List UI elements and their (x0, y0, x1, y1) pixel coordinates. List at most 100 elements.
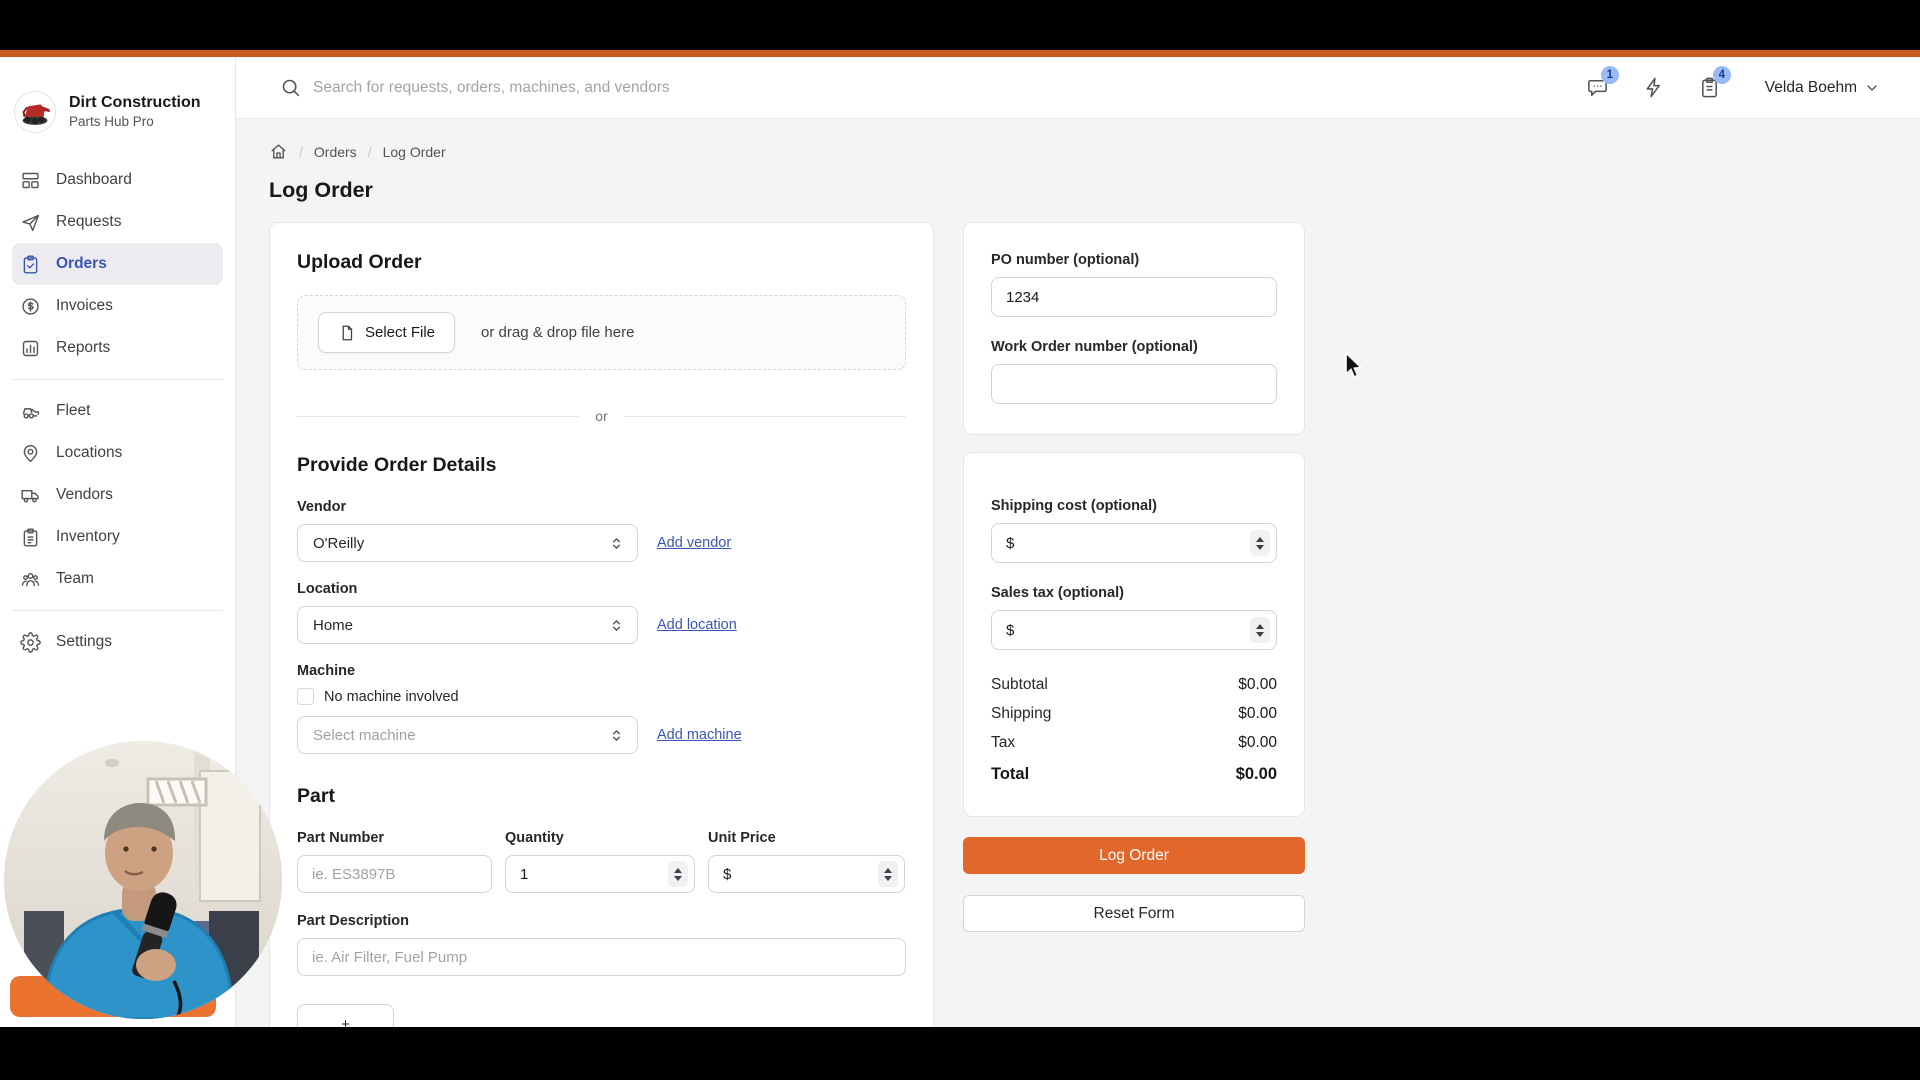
topbar: 1 4 Velda Boehm (236, 57, 1920, 119)
upload-order-heading: Upload Order (297, 251, 422, 273)
log-order-form-card: Upload Order Select File or drag & drop … (269, 222, 934, 1027)
no-machine-checkbox[interactable] (297, 688, 314, 705)
select-chevrons-icon (612, 729, 621, 741)
sidebar-divider (12, 379, 223, 380)
part-number-input[interactable] (297, 855, 492, 893)
breadcrumb: / Orders / Log Order (269, 142, 1920, 161)
page-title: Log Order (269, 178, 373, 202)
quick-actions-button[interactable] (1641, 75, 1667, 101)
sidebar-item-fleet[interactable]: Fleet (12, 390, 223, 432)
part-description-label: Part Description (297, 913, 409, 929)
brand: Dirt Construction Parts Hub Pro (0, 57, 235, 133)
sales-tax-input[interactable] (991, 610, 1277, 650)
sales-tax-stepper[interactable] (1250, 617, 1270, 643)
add-vendor-link[interactable]: Add vendor (657, 535, 731, 551)
costs-card: Shipping cost (optional) Sales tax (opti… (963, 452, 1305, 817)
sidebar-item-label: Vendors (56, 486, 113, 503)
sidebar-item-requests[interactable]: Requests (12, 201, 223, 243)
quantity-label: Quantity (505, 830, 564, 846)
total-row: Total $0.00 (991, 765, 1277, 783)
machine-select[interactable]: Select machine (297, 716, 638, 754)
search-icon (282, 79, 300, 97)
work-order-label: Work Order number (optional) (991, 339, 1198, 355)
settings-icon (20, 631, 41, 653)
sidebar-item-reports[interactable]: Reports (12, 327, 223, 369)
unit-price-stepper[interactable] (878, 861, 898, 887)
chevron-down-icon (1867, 84, 1877, 91)
unit-price-label: Unit Price (708, 830, 776, 846)
sidebar-item-label: Invoices (56, 297, 113, 314)
inventory-icon (23, 527, 38, 547)
work-order-input[interactable] (991, 364, 1277, 404)
tasks-button[interactable]: 4 (1697, 65, 1731, 101)
shipping-cost-input[interactable] (991, 523, 1277, 563)
add-machine-link[interactable]: Add machine (657, 727, 742, 743)
product-name: Parts Hub Pro (69, 114, 154, 130)
presenter-webcam-overlay (4, 741, 282, 1019)
app-screen: Dirt Construction Parts Hub Pro Dashboar… (0, 50, 1920, 1027)
breadcrumb-log-order: Log Order (382, 143, 446, 160)
sidebar-item-label: Dashboard (56, 171, 132, 188)
sidebar-item-locations[interactable]: Locations (12, 432, 223, 474)
fleet-icon (22, 407, 40, 419)
dropzone-hint: or drag & drop file here (481, 324, 635, 341)
reports-icon (22, 340, 39, 356)
part-description-input[interactable] (297, 938, 906, 976)
breadcrumb-orders[interactable]: Orders (314, 144, 357, 160)
sidebar-item-label: Reports (56, 339, 111, 356)
part-number-label: Part Number (297, 830, 385, 846)
sidebar-item-label: Inventory (56, 528, 120, 545)
home-icon[interactable] (269, 142, 288, 161)
quantity-input[interactable] (505, 855, 695, 893)
summary-row-tax: Tax $0.00 (991, 734, 1277, 751)
shipping-cost-stepper[interactable] (1250, 530, 1270, 556)
messages-button[interactable]: 1 (1585, 65, 1619, 101)
sidebar-item-label: Settings (56, 633, 113, 650)
vendor-select[interactable]: O'Reilly (297, 524, 638, 562)
dashboard-icon (22, 172, 39, 188)
reset-form-button[interactable]: Reset Form (963, 895, 1305, 932)
sidebar-item-settings[interactable]: Settings (12, 621, 223, 663)
add-location-link[interactable]: Add location (657, 617, 737, 633)
requests-icon (22, 214, 40, 231)
machine-label: Machine (297, 663, 356, 679)
file-icon (342, 325, 353, 340)
log-order-button[interactable]: Log Order (963, 837, 1305, 874)
select-chevrons-icon (612, 619, 621, 631)
shipping-cost-label: Shipping cost (optional) (991, 498, 1157, 514)
sidebar-item-label: Locations (56, 444, 123, 461)
sidebar-item-label: Orders (56, 255, 107, 272)
location-label: Location (297, 581, 358, 597)
part-heading: Part (297, 785, 335, 807)
lightning-bolt-icon (1646, 77, 1661, 98)
no-machine-label: No machine involved (324, 688, 459, 705)
po-number-label: PO number (optional) (991, 252, 1140, 268)
company-logo (14, 91, 56, 133)
or-divider: or (297, 408, 907, 424)
sidebar-item-dashboard[interactable]: Dashboard (12, 159, 223, 201)
sidebar-item-orders[interactable]: Orders (12, 243, 223, 285)
add-part-button[interactable]: + (297, 1004, 394, 1027)
team-icon (21, 572, 40, 586)
po-number-input[interactable] (991, 277, 1277, 317)
mouse-cursor (1345, 351, 1363, 379)
search-input[interactable] (313, 78, 913, 97)
vendors-icon (21, 489, 39, 502)
tasks-badge: 4 (1712, 65, 1731, 84)
sidebar-item-vendors[interactable]: Vendors (12, 474, 223, 516)
sidebar-item-team[interactable]: Team (12, 558, 223, 600)
global-search[interactable] (280, 77, 1585, 98)
sidebar-item-label: Fleet (56, 402, 91, 419)
sidebar-item-inventory[interactable]: Inventory (12, 516, 223, 558)
file-dropzone[interactable]: Select File or drag & drop file here (297, 295, 906, 370)
locations-icon (23, 444, 38, 462)
sidebar-item-invoices[interactable]: Invoices (12, 285, 223, 327)
location-select[interactable]: Home (297, 606, 638, 644)
order-numbers-card: PO number (optional) Work Order number (… (963, 222, 1305, 435)
invoices-icon (22, 297, 39, 315)
unit-price-input[interactable] (708, 855, 905, 893)
user-name: Velda Boehm (1764, 78, 1857, 96)
user-menu[interactable]: Velda Boehm (1765, 79, 1880, 97)
quantity-stepper[interactable] (668, 861, 688, 887)
select-file-button[interactable]: Select File (318, 312, 456, 353)
